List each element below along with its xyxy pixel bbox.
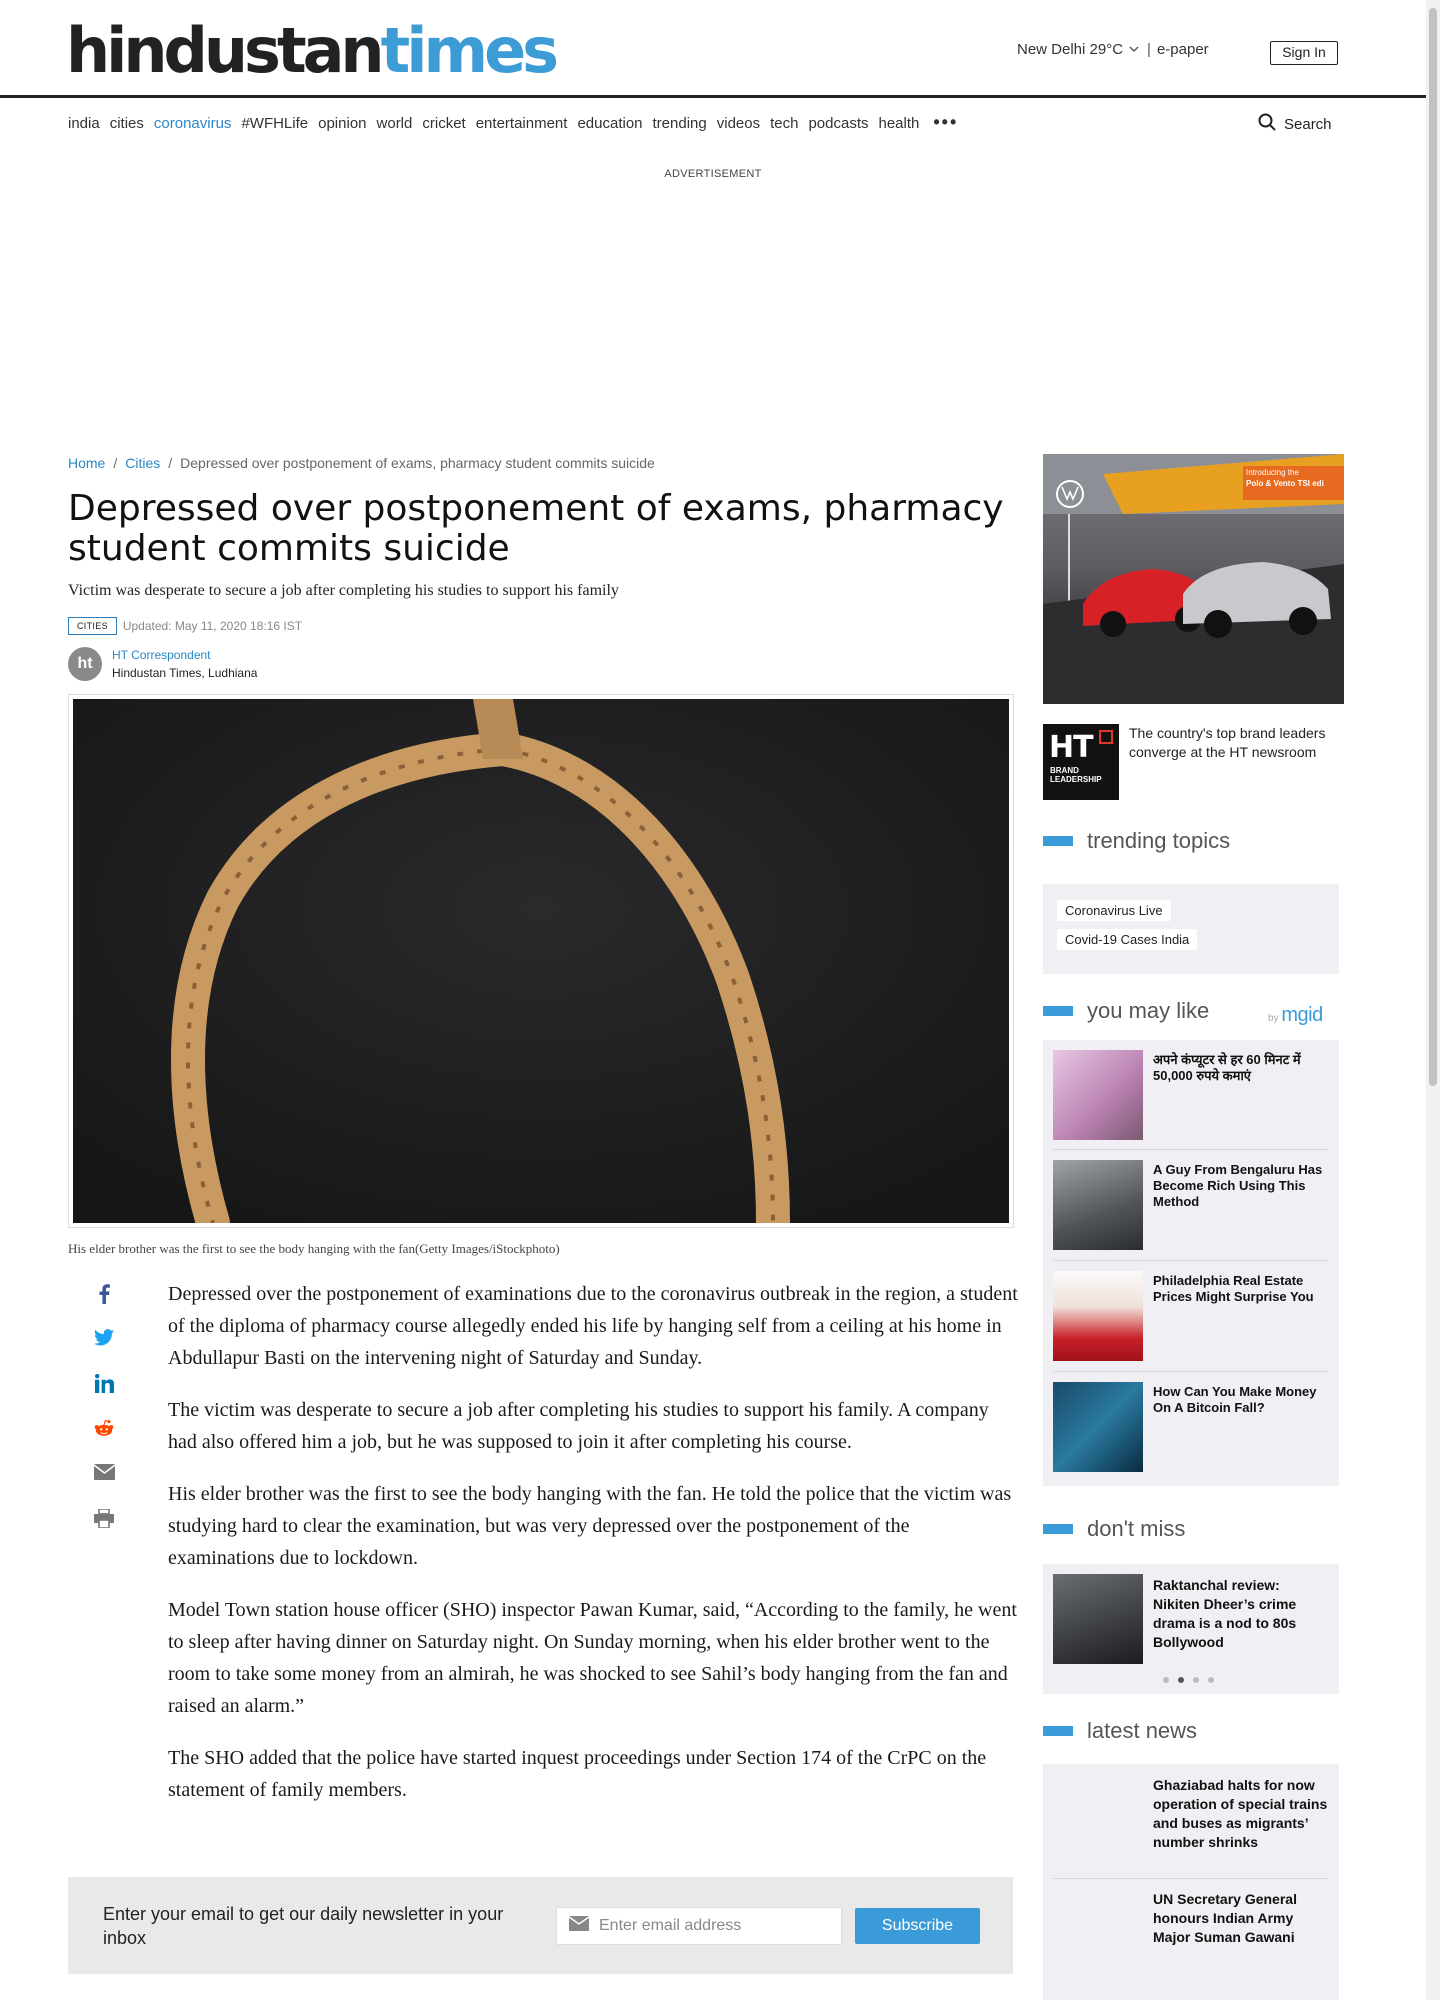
trending-chip[interactable]: Coronavirus Live	[1057, 900, 1171, 921]
article-paragraph: His elder brother was the first to see t…	[168, 1483, 1012, 1569]
facebook-icon[interactable]	[92, 1284, 116, 1329]
article-paragraph: Depressed over the postponement of exami…	[168, 1283, 1018, 1369]
nav-item-trending[interactable]: trending	[653, 115, 707, 133]
email-input[interactable]: Enter email address	[556, 1907, 842, 1945]
article-paragraph: The SHO added that the police have start…	[168, 1747, 987, 1801]
mgid-logo[interactable]: by mgid	[1268, 1004, 1323, 1027]
noose-photo	[73, 699, 1009, 1223]
subscribe-button[interactable]: Subscribe	[855, 1908, 980, 1944]
you-may-like-heading: you may like	[1043, 998, 1209, 1024]
list-item[interactable]: UN Secretary General honours Indian Army…	[1053, 1888, 1329, 1978]
nav-item-india[interactable]: india	[68, 115, 100, 133]
twitter-icon[interactable]	[92, 1329, 116, 1374]
breadcrumb: Home / Cities / Depressed over postponement …	[68, 455, 655, 471]
nav-item-videos[interactable]: videos	[717, 115, 760, 133]
nav-item-wfhlife[interactable]: #WFHLife	[241, 115, 308, 133]
site-header: hindustantimes New Delhi 29°C | e-paper …	[0, 0, 1426, 98]
you-may-like-panel: अपने कंप्यूटर से हर 60 मिनट में 50,000 र…	[1043, 1040, 1339, 1486]
search-button[interactable]: Search	[1258, 113, 1332, 135]
breadcrumb-cities[interactable]: Cities	[125, 455, 160, 471]
list-item[interactable]: अपने कंप्यूटर से हर 60 मिनट में 50,000 र…	[1053, 1050, 1329, 1140]
share-bar	[92, 1284, 116, 1554]
author-info: ht HT Correspondent Hindustan Times, Lud…	[68, 647, 257, 681]
latest-news-panel: Ghaziabad halts for now operation of spe…	[1043, 1764, 1339, 2000]
nav-item-tech[interactable]: tech	[770, 115, 798, 133]
sign-in-button[interactable]: Sign In	[1270, 41, 1338, 65]
brand-leadership-text: The country's top brand leaders converge…	[1129, 725, 1326, 760]
page-scrollbar[interactable]	[1426, 0, 1440, 2000]
thumbnail	[1053, 1774, 1143, 1864]
thumbnail	[1053, 1050, 1143, 1140]
updated-timestamp: Updated: May 11, 2020 18:16 IST	[122, 619, 303, 633]
advertisement-label: ADVERTISEMENT	[664, 168, 762, 180]
author-name[interactable]: HT Correspondent	[112, 648, 257, 662]
article-image	[68, 694, 1014, 1228]
avatar: ht	[68, 647, 102, 681]
newsletter-box: Enter your email to get our daily newsle…	[68, 1877, 1013, 1974]
nav-item-cricket[interactable]: cricket	[422, 115, 465, 133]
newsletter-text: Enter your email to get our daily newsle…	[103, 1904, 504, 1948]
ad-promo-line2: Polo & Vento TSI edi	[1246, 479, 1324, 488]
list-item[interactable]: Raktanchal review: Nikiten Dheer’s crime…	[1053, 1574, 1329, 1664]
sidebar-car-ad[interactable]: Introducing the Polo & Vento TSI edi	[1043, 454, 1344, 704]
thumbnail	[1053, 1382, 1143, 1472]
author-org: Hindustan Times, Ludhiana	[112, 666, 258, 680]
thumbnail	[1053, 1574, 1143, 1664]
nav-item-entertainment[interactable]: entertainment	[476, 115, 568, 133]
more-menu-icon[interactable]: •••	[933, 112, 958, 133]
dont-miss-panel: Raktanchal review: Nikiten Dheer’s crime…	[1043, 1564, 1339, 1694]
list-item[interactable]: Philadelphia Real Estate Prices Might Su…	[1053, 1271, 1329, 1361]
list-item[interactable]: A Guy From Bengaluru Has Become Rich Usi…	[1053, 1160, 1329, 1250]
search-label: Search	[1284, 115, 1332, 133]
latest-news-heading: latest news	[1043, 1718, 1197, 1744]
linkedin-icon[interactable]	[92, 1374, 116, 1419]
article-title: Depressed over postponement of exams, ph…	[68, 488, 1004, 569]
breadcrumb-home[interactable]: Home	[68, 455, 105, 471]
list-item[interactable]: Ghaziabad halts for now operation of spe…	[1053, 1774, 1329, 1864]
nav-item-coronavirus[interactable]: coronavirus	[154, 115, 232, 133]
trending-topics-heading: trending topics	[1043, 828, 1230, 854]
epaper-link[interactable]: e-paper	[1157, 41, 1209, 58]
thumbnail	[1053, 1160, 1143, 1250]
article-meta: CITIES Updated: May 11, 2020 18:16 IST	[68, 617, 302, 635]
chevron-down-icon[interactable]	[1129, 44, 1139, 56]
print-icon[interactable]	[92, 1509, 116, 1554]
site-logo[interactable]: hindustantimes	[66, 16, 559, 86]
main-nav: india cities coronavirus #WFHLife opinio…	[68, 112, 968, 133]
ad-promo-line1: Introducing the	[1246, 468, 1299, 477]
nav-item-podcasts[interactable]: podcasts	[808, 115, 868, 133]
nav-item-world[interactable]: world	[377, 115, 413, 133]
reddit-icon[interactable]	[92, 1419, 116, 1464]
trending-chip[interactable]: Covid-19 Cases India	[1057, 929, 1198, 950]
image-caption: His elder brother was the first to see t…	[68, 1241, 560, 1256]
brand-leadership-promo[interactable]: HT BRAND LEADERSHIP The country's top bra…	[1043, 724, 1339, 800]
article-body: Depressed over the postponement of exami…	[168, 1278, 1018, 1826]
thumbnail	[1053, 1888, 1143, 1978]
trending-topics-panel: Coronavirus Live Covid-19 Cases India	[1043, 884, 1339, 974]
nav-item-opinion[interactable]: opinion	[318, 115, 366, 133]
email-icon[interactable]	[92, 1464, 116, 1509]
dont-miss-heading: don't miss	[1043, 1516, 1185, 1542]
nav-item-cities[interactable]: cities	[110, 115, 144, 133]
thumbnail	[1053, 1271, 1143, 1361]
article-paragraph: The victim was desperate to secure a job…	[168, 1399, 989, 1453]
header-utilities: New Delhi 29°C | e-paper	[1017, 41, 1209, 58]
brand-leadership-logo: HT BRAND LEADERSHIP	[1043, 724, 1119, 800]
carousel-dots[interactable]	[1163, 1677, 1214, 1683]
breadcrumb-current: Depressed over postponement of exams, ph…	[180, 455, 655, 471]
article-subtitle: Victim was desperate to secure a job aft…	[68, 582, 619, 599]
nav-item-education[interactable]: education	[577, 115, 642, 133]
search-icon	[1258, 113, 1276, 135]
weather-widget[interactable]: New Delhi 29°C	[1017, 41, 1123, 58]
article-paragraph: Model Town station house officer (SHO) i…	[168, 1599, 1017, 1717]
list-item[interactable]: How Can You Make Money On A Bitcoin Fall…	[1053, 1382, 1329, 1472]
email-placeholder: Enter email address	[599, 1917, 742, 1934]
divider: |	[1147, 41, 1151, 58]
section-tag[interactable]: CITIES	[68, 617, 117, 635]
nav-item-health[interactable]: health	[879, 115, 920, 133]
envelope-icon	[568, 1916, 590, 1936]
